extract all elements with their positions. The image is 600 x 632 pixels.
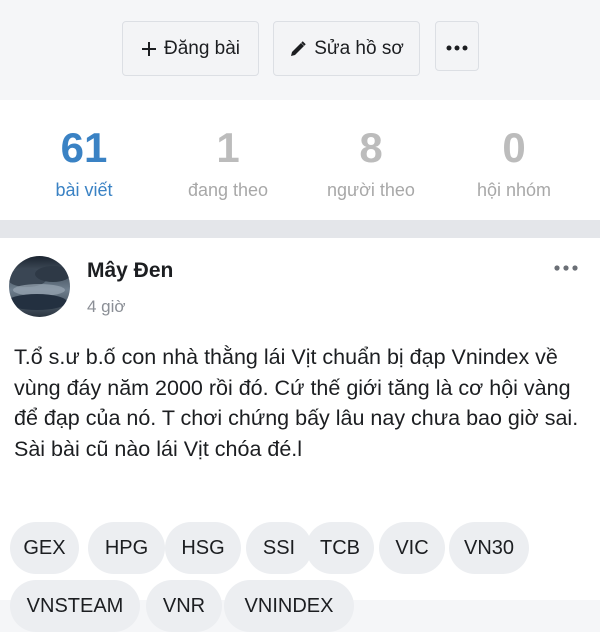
profile-stats: 61 bài viết 1 đang theo 8 người theo 0 h… xyxy=(0,100,600,220)
tag-chip[interactable]: VN30 xyxy=(449,522,529,574)
edit-profile-button[interactable]: Sửa hồ sơ xyxy=(273,21,420,76)
stat-posts-value: 61 xyxy=(60,124,108,171)
stat-followers-value: 8 xyxy=(359,124,383,171)
post-options-button[interactable] xyxy=(552,258,580,278)
tag-chip[interactable]: SSI xyxy=(246,522,312,574)
tag-chip[interactable]: VNSTEAM xyxy=(10,580,140,632)
section-divider xyxy=(0,220,600,238)
post-timestamp: 4 giờ xyxy=(87,297,126,316)
tag-chip[interactable]: GEX xyxy=(10,522,79,574)
stat-groups-label: hội nhóm xyxy=(476,180,552,200)
plus-icon xyxy=(141,41,157,57)
create-post-label: Đăng bài xyxy=(163,37,241,59)
more-options-button[interactable] xyxy=(435,21,479,71)
create-post-button[interactable]: Đăng bài xyxy=(122,21,259,76)
post-author-name[interactable]: Mây Đen xyxy=(87,259,173,283)
tag-chip[interactable]: TCB xyxy=(306,522,374,574)
profile-action-bar: Đăng bài Sửa hồ sơ xyxy=(0,0,600,100)
stat-followers-label: người theo xyxy=(327,180,415,200)
stat-following-label: đang theo xyxy=(187,180,269,200)
stat-groups-value: 0 xyxy=(502,124,526,171)
tag-chip[interactable]: HSG xyxy=(165,522,241,574)
tag-chip[interactable]: VNR xyxy=(146,580,222,632)
edit-profile-label: Sửa hồ sơ xyxy=(314,37,404,59)
stat-following-value: 1 xyxy=(216,124,240,171)
post-more-dots-icon xyxy=(554,265,578,271)
avatar[interactable] xyxy=(9,256,70,317)
tag-chip[interactable]: VNINDEX xyxy=(224,580,354,632)
pencil-icon xyxy=(289,40,307,58)
tag-chip[interactable]: HPG xyxy=(88,522,165,574)
tag-chip[interactable]: VIC xyxy=(379,522,445,574)
stat-posts-label: bài viết xyxy=(55,180,113,200)
post-tags: GEX HPG HSG SSI TCB VIC VN30 VNSTEAM VNR… xyxy=(10,522,600,632)
more-dots-icon xyxy=(446,35,468,57)
post-content: T.ổ s.ư b.ố con nhà thằng lái Vịt chuẩn … xyxy=(14,345,579,461)
post-card: Mây Đen 4 giờ T.ổ s.ư b.ố con nhà thằng … xyxy=(0,238,600,632)
